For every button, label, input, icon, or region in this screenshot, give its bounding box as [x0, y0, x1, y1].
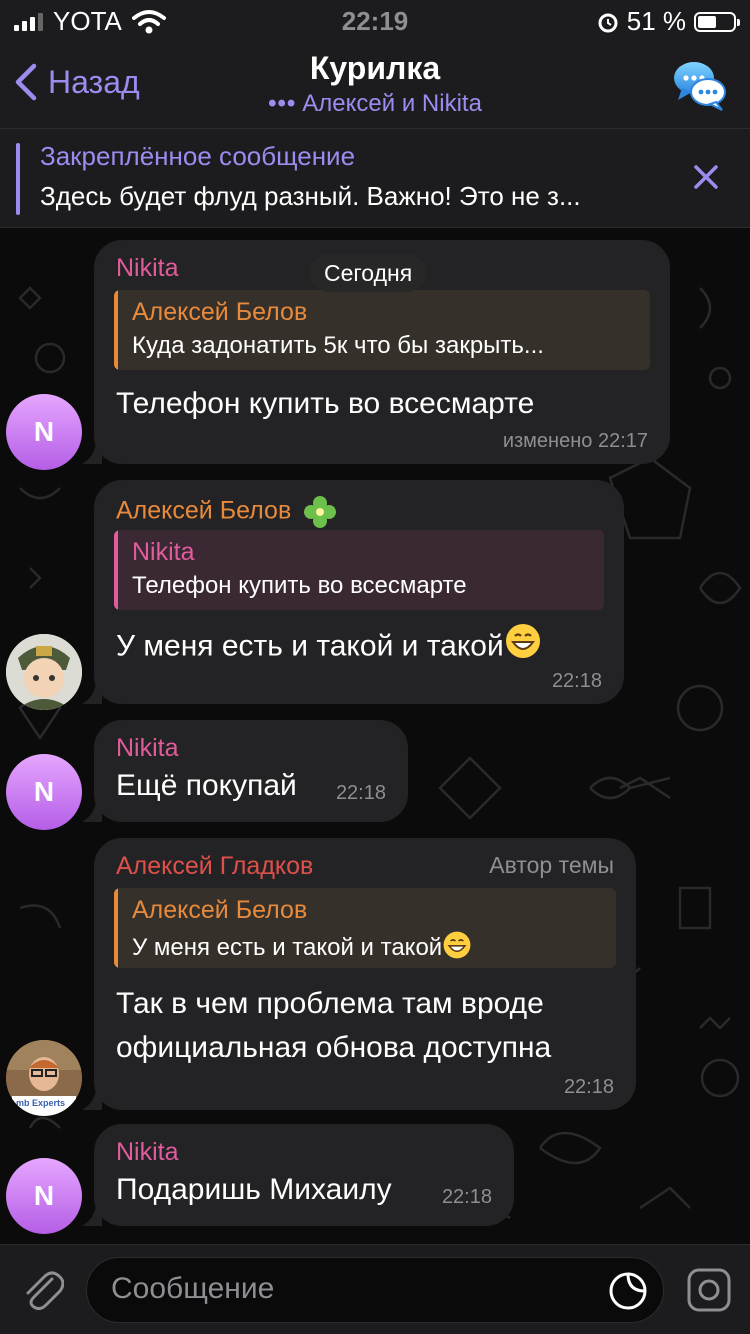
reply-name: Nikita — [132, 538, 195, 566]
close-icon[interactable] — [692, 163, 720, 196]
grin-emoji-icon — [442, 930, 472, 967]
reply-name: Алексей Белов — [132, 896, 308, 924]
chat-area[interactable]: Nikita Алексей Белов Куда задонатить 5к … — [0, 228, 750, 1244]
sender-name[interactable]: Nikita — [116, 1138, 179, 1167]
sender-name[interactable]: Алексей Гладков — [116, 852, 313, 881]
message-bubble[interactable]: Алексей Гладков Автор темы Алексей Белов… — [82, 838, 636, 1110]
avatar[interactable]: N — [6, 394, 82, 470]
avatar[interactable]: mb Experts — [6, 1040, 82, 1116]
battery-icon — [694, 11, 740, 32]
message-time: 22:18 — [335, 782, 386, 804]
message-text: У меня есть и такой и такой — [116, 622, 542, 673]
message-time: 22:18 — [563, 1076, 614, 1098]
reply-preview[interactable]: Алексей Белов Куда задонатить 5к что бы … — [114, 290, 650, 370]
message-placeholder: Сообщение — [111, 1272, 275, 1305]
avatar[interactable]: N — [6, 1158, 82, 1234]
group-chat-icon[interactable] — [672, 56, 728, 117]
message-time: 22:18 — [551, 670, 602, 692]
reply-text: Телефон купить во всесмарте — [132, 572, 467, 599]
alarm-icon — [598, 13, 618, 32]
avatar[interactable]: N — [6, 754, 82, 830]
camera-icon[interactable] — [686, 1267, 732, 1318]
author-badge: Автор темы — [489, 852, 614, 878]
pinned-text: Здесь будет флуд разный. Важно! Это не з… — [40, 181, 581, 211]
reply-preview[interactable]: Nikita Телефон купить во всесмарте — [114, 530, 604, 610]
status-bar: YOTA 22:19 51 % — [0, 0, 750, 40]
reply-name: Алексей Белов — [132, 298, 308, 326]
chat-subtitle: ••• Алексей и Nikita — [268, 90, 482, 117]
attach-icon[interactable] — [20, 1265, 65, 1318]
message-text: Ещё покупай — [116, 769, 297, 802]
battery-percent: 51 % — [626, 6, 686, 36]
message-bubble[interactable]: Алексей Белов Nikita Телефон купить во в… — [82, 480, 624, 704]
logo-text: mb Experts — [16, 1098, 66, 1108]
avatar[interactable] — [6, 634, 82, 710]
reply-preview[interactable]: Алексей Белов У меня есть и такой и тако… — [114, 888, 616, 968]
message-bubble[interactable]: Nikita Подаришь Михаилу 22:18 — [82, 1124, 514, 1226]
sticker-icon[interactable] — [607, 1270, 649, 1317]
message-input[interactable]: Сообщение — [86, 1257, 664, 1323]
sender-name[interactable]: Nikita — [116, 734, 179, 763]
pinned-bar — [16, 143, 20, 215]
message-text: Подаришь Михаилу — [116, 1173, 392, 1206]
nav-bar: Назад Курилка ••• Алексей и Nikita — [0, 40, 750, 128]
chat-title[interactable]: Курилка — [0, 50, 750, 87]
message-time: 22:18 — [441, 1186, 492, 1208]
grin-emoji-icon — [504, 622, 542, 673]
clover-icon — [304, 496, 337, 528]
input-bar: Сообщение — [0, 1244, 750, 1334]
sender-name[interactable]: Nikita — [116, 254, 179, 283]
typing-icon: ••• — [268, 90, 297, 117]
message-bubble[interactable]: Nikita Ещё покупай 22:18 — [82, 720, 408, 822]
message-text: Телефон купить во всесмарте — [116, 387, 535, 420]
pinned-message[interactable]: Закреплённое сообщение Здесь будет флуд … — [0, 128, 750, 228]
reply-text: Куда задонатить 5к что бы закрыть... — [132, 332, 544, 359]
sender-name[interactable]: Алексей Белов — [116, 494, 338, 530]
reply-text: У меня есть и такой и такой — [132, 930, 472, 967]
message-time: изменено 22:17 — [502, 430, 648, 452]
date-label: Сегодня — [310, 254, 427, 292]
message-text: Так в чем проблема там вроде официальная… — [116, 987, 552, 1064]
pinned-title: Закреплённое сообщение — [40, 141, 356, 171]
